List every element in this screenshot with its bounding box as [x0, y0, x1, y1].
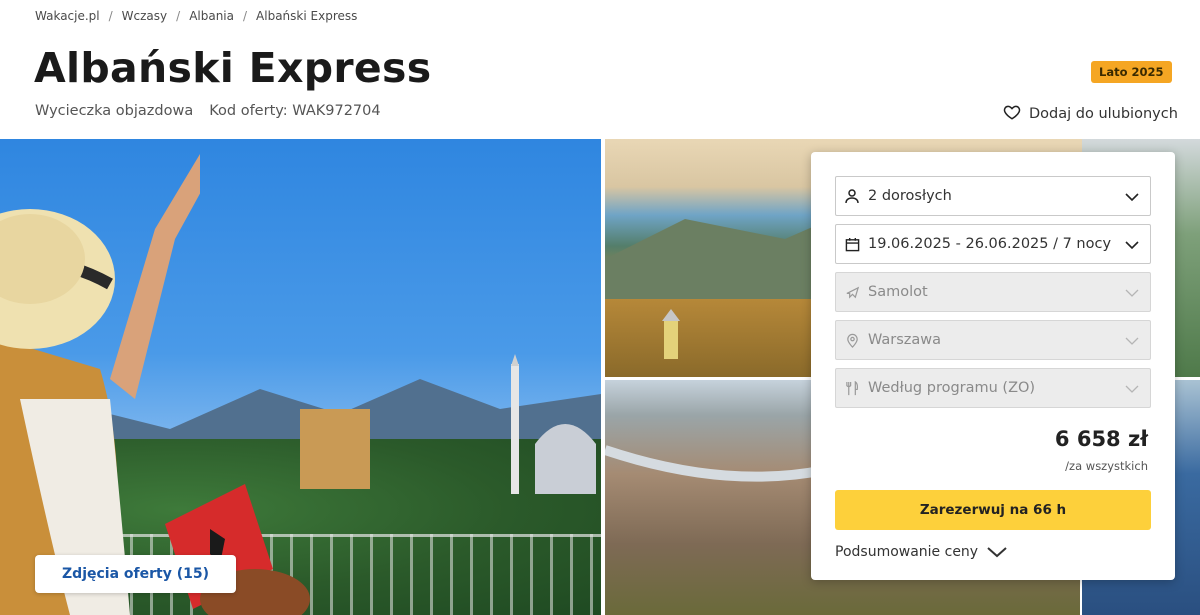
heart-icon — [1003, 103, 1021, 125]
book-button[interactable]: Zarezerwuj na 66 h — [835, 490, 1151, 530]
breadcrumb-current: Albański Express — [256, 9, 358, 23]
departure-value: Warszawa — [868, 332, 942, 348]
main-photo[interactable] — [0, 139, 601, 615]
breadcrumb-wczasy[interactable]: Wczasy — [122, 9, 167, 23]
page-title: Albański Express — [34, 44, 432, 92]
season-badge: Lato 2025 — [1091, 61, 1172, 83]
offer-subtitle: Wycieczka objazdowa Kod oferty: WAK97270… — [35, 103, 381, 119]
chevron-down-icon — [1125, 337, 1139, 345]
transport-select: Samolot — [835, 272, 1151, 312]
calendar-icon — [844, 236, 860, 252]
board-value: Według programu (ZO) — [868, 380, 1036, 396]
breadcrumb-home[interactable]: Wakacje.pl — [35, 9, 100, 23]
breadcrumb-separator: / — [176, 9, 181, 23]
photos-button[interactable]: Zdjęcia oferty (15) — [35, 555, 236, 593]
dates-value: 19.06.2025 - 26.06.2025 / 7 nocy — [868, 236, 1112, 252]
chevron-down-icon — [1125, 193, 1139, 202]
location-pin-icon — [844, 332, 860, 348]
favorite-label: Dodaj do ulubionych — [1029, 106, 1178, 122]
chevron-down-icon — [1125, 241, 1139, 250]
chevron-down-icon — [987, 547, 1007, 558]
add-to-favorites-button[interactable]: Dodaj do ulubionych — [1003, 103, 1178, 125]
chevron-down-icon — [1125, 289, 1139, 297]
plane-icon — [844, 284, 860, 300]
cutlery-icon — [844, 380, 860, 396]
dates-select[interactable]: 19.06.2025 - 26.06.2025 / 7 nocy — [835, 224, 1151, 264]
price-note: /za wszystkich — [1065, 459, 1148, 473]
price-summary-label: Podsumowanie ceny — [835, 544, 979, 560]
breadcrumb-separator: / — [243, 9, 248, 23]
breadcrumb-albania[interactable]: Albania — [189, 9, 234, 23]
travelers-select[interactable]: 2 dorosłych — [835, 176, 1151, 216]
breadcrumb: Wakacje.pl / Wczasy / Albania / Albański… — [35, 9, 357, 23]
departure-select: Warszawa — [835, 320, 1151, 360]
board-select: Według programu (ZO) — [835, 368, 1151, 408]
travelers-value: 2 dorosłych — [868, 188, 952, 204]
person-icon — [844, 188, 860, 204]
price-summary-toggle[interactable]: Podsumowanie ceny — [835, 544, 1008, 560]
booking-panel: 2 dorosłych 19.06.2025 - 26.06.2025 / 7 … — [811, 152, 1175, 580]
breadcrumb-separator: / — [108, 9, 113, 23]
transport-value: Samolot — [868, 284, 928, 300]
offer-code: Kod oferty: WAK972704 — [209, 103, 381, 119]
trip-type: Wycieczka objazdowa — [35, 103, 194, 119]
chevron-down-icon — [1125, 385, 1139, 393]
total-price: 6 658 zł — [1054, 427, 1148, 451]
